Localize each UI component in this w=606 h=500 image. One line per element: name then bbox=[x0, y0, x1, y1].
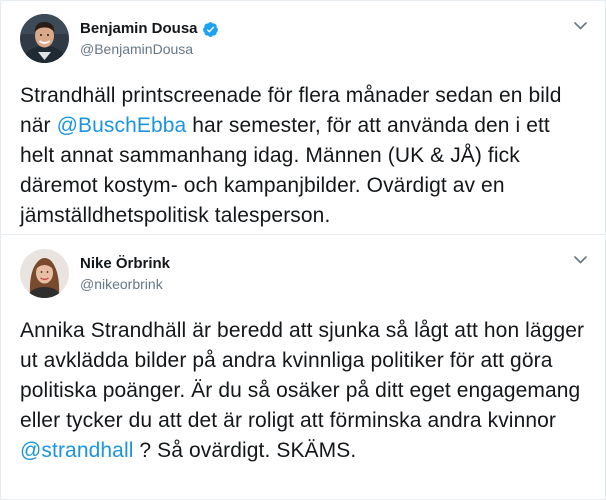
author-names: Benjamin Dousa @BenjaminDousa bbox=[80, 19, 219, 58]
verified-badge-icon bbox=[202, 21, 219, 38]
tweet[interactable]: Nike Örbrink @nikeorbrink Annika Strandh… bbox=[1, 235, 605, 499]
mention-link[interactable]: @strandhall bbox=[20, 439, 133, 462]
handle[interactable]: @BenjaminDousa bbox=[80, 40, 219, 58]
tweet-thread: Benjamin Dousa @BenjaminDousa Strandhäll… bbox=[0, 0, 606, 500]
tweet-text: Annika Strandhäll är beredd att sjunka s… bbox=[20, 316, 587, 466]
tweet[interactable]: Benjamin Dousa @BenjaminDousa Strandhäll… bbox=[1, 1, 605, 235]
chevron-down-icon[interactable] bbox=[572, 254, 588, 266]
avatar[interactable] bbox=[20, 14, 69, 63]
tweet-header: Nike Örbrink @nikeorbrink bbox=[20, 249, 170, 298]
tweet-text-segment: Annika Strandhäll är beredd att sjunka s… bbox=[20, 319, 585, 432]
name-row: Nike Örbrink bbox=[80, 254, 170, 274]
chevron-down-icon[interactable] bbox=[572, 20, 588, 32]
display-name[interactable]: Nike Örbrink bbox=[80, 254, 170, 274]
mention-link[interactable]: @BuschEbba bbox=[57, 114, 187, 137]
user-avatar-woman-icon bbox=[20, 249, 69, 298]
display-name[interactable]: Benjamin Dousa bbox=[80, 19, 198, 39]
name-row: Benjamin Dousa bbox=[80, 19, 219, 39]
user-avatar-man-icon bbox=[20, 14, 69, 63]
author-names: Nike Örbrink @nikeorbrink bbox=[80, 254, 170, 293]
avatar[interactable] bbox=[20, 249, 69, 298]
handle[interactable]: @nikeorbrink bbox=[80, 275, 170, 293]
tweet-header: Benjamin Dousa @BenjaminDousa bbox=[20, 14, 219, 63]
tweet-text-segment: ? Så ovärdigt. SKÄMS. bbox=[133, 439, 357, 462]
tweet-text: Strandhäll printscreenade för flera måna… bbox=[20, 81, 587, 231]
